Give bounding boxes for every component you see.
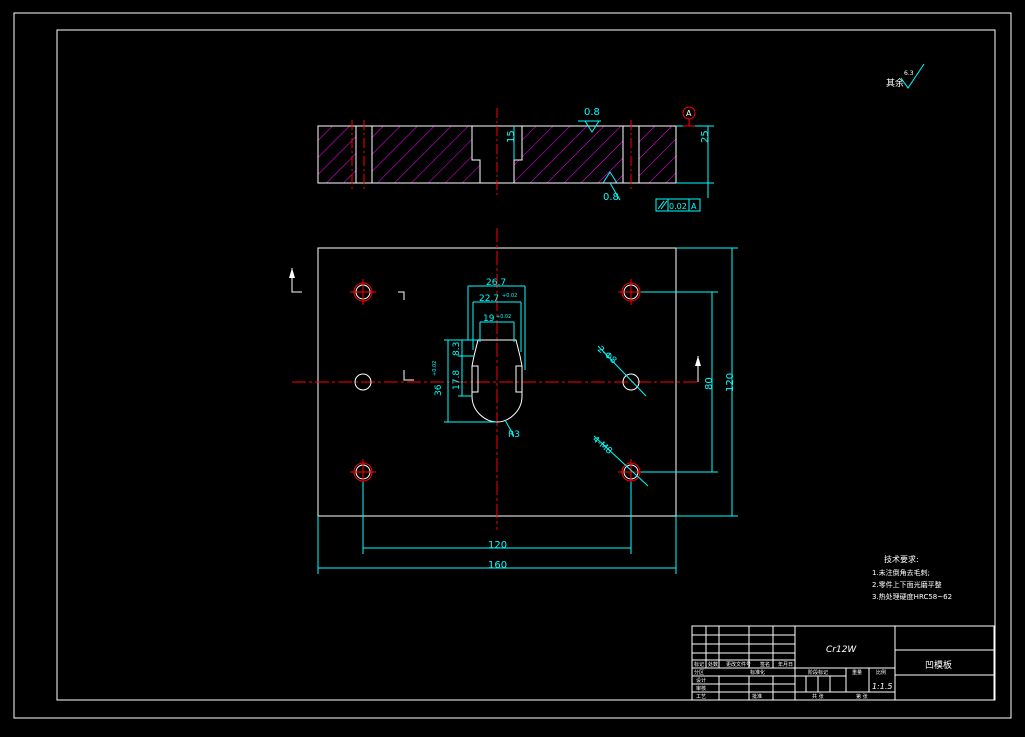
roughness-bottom: 0.8 (603, 192, 619, 203)
outer-frame (13, 12, 1012, 719)
header-label: 年月日 (778, 661, 793, 668)
dim-22-7: 22.7 (479, 294, 499, 304)
roughness-other-value: 6.3 (904, 70, 914, 77)
sheet-number: 第 张 (856, 693, 868, 700)
dim-r3: R3 (508, 430, 520, 440)
header-label: 标记 (694, 661, 704, 668)
approve-label: 批准 (752, 693, 762, 700)
tech-title: 技术要求: (884, 554, 919, 564)
threaded-hole (618, 279, 644, 305)
dim-17-8: 17.8 (452, 370, 462, 390)
cad-drawing: 25 15 0.8 0.8 0.02 A A 其余 6.3 26.7 22.7 … (13, 12, 1012, 719)
header-label: 更改文件号 (726, 661, 751, 668)
sheets-total: 共 张 (812, 693, 824, 700)
tech-item: 2.零件上下面光磨平整 (872, 580, 942, 589)
dim-36-tol: +0.02 (432, 361, 438, 376)
dim-22-7-tol: +0.02 (502, 293, 517, 299)
parallelism-tolerance: 0.02 (669, 202, 687, 211)
section-view (317, 108, 677, 197)
dim-160: 160 (488, 560, 507, 571)
tech-item: 1.未注倒角去毛刺; (872, 568, 930, 577)
weight-label: 重量 (852, 669, 862, 676)
header-label: 处数 (708, 661, 718, 668)
tech-item: 3.热处理硬度HRC58~62 (872, 592, 952, 601)
datum-symbol: A (682, 106, 696, 127)
row-label: 审核 (696, 685, 706, 692)
plan-dimensions (317, 247, 738, 574)
dim-120-horizontal: 120 (488, 540, 507, 551)
dim-19: 19 (483, 314, 495, 324)
plan-view (289, 228, 701, 530)
dim-26-7: 26.7 (486, 278, 506, 288)
tech-requirements: 技术要求: 1.未注倒角去毛刺; 2.零件上下面光磨平整 3.热处理硬度HRC5… (872, 554, 952, 601)
std-label: 标准化 (750, 669, 765, 676)
roughness-other: 其余 6.3 (886, 63, 925, 89)
row-label: 设计 (696, 677, 706, 684)
parallelism-datum: A (691, 202, 697, 211)
dim-4-m8: 4-M8 (590, 435, 614, 457)
material: Cr12W (826, 645, 857, 655)
dim-36: 36 (434, 384, 444, 396)
datum-label: A (686, 109, 692, 118)
dim-slot: 15 (506, 130, 517, 143)
row-label: 工艺 (696, 694, 706, 700)
threaded-hole (618, 459, 644, 485)
scale-label: 比例 (876, 669, 886, 676)
part-name: 凹模板 (925, 659, 952, 671)
threaded-hole (350, 459, 376, 485)
dim-120-vertical: 120 (725, 373, 736, 392)
header-label: 分区 (694, 669, 704, 676)
dim-19-tol: +0.02 (496, 314, 511, 320)
scale-value: 1:1.5 (872, 682, 893, 691)
header-label: 签名 (760, 661, 770, 668)
roughness-top: 0.8 (584, 107, 600, 118)
dim-80: 80 (704, 377, 715, 390)
threaded-hole (350, 279, 376, 305)
dim-8-3: 8.3 (452, 342, 462, 356)
dim-height: 25 (700, 130, 711, 143)
stage-label: 阶段标记 (808, 669, 828, 676)
